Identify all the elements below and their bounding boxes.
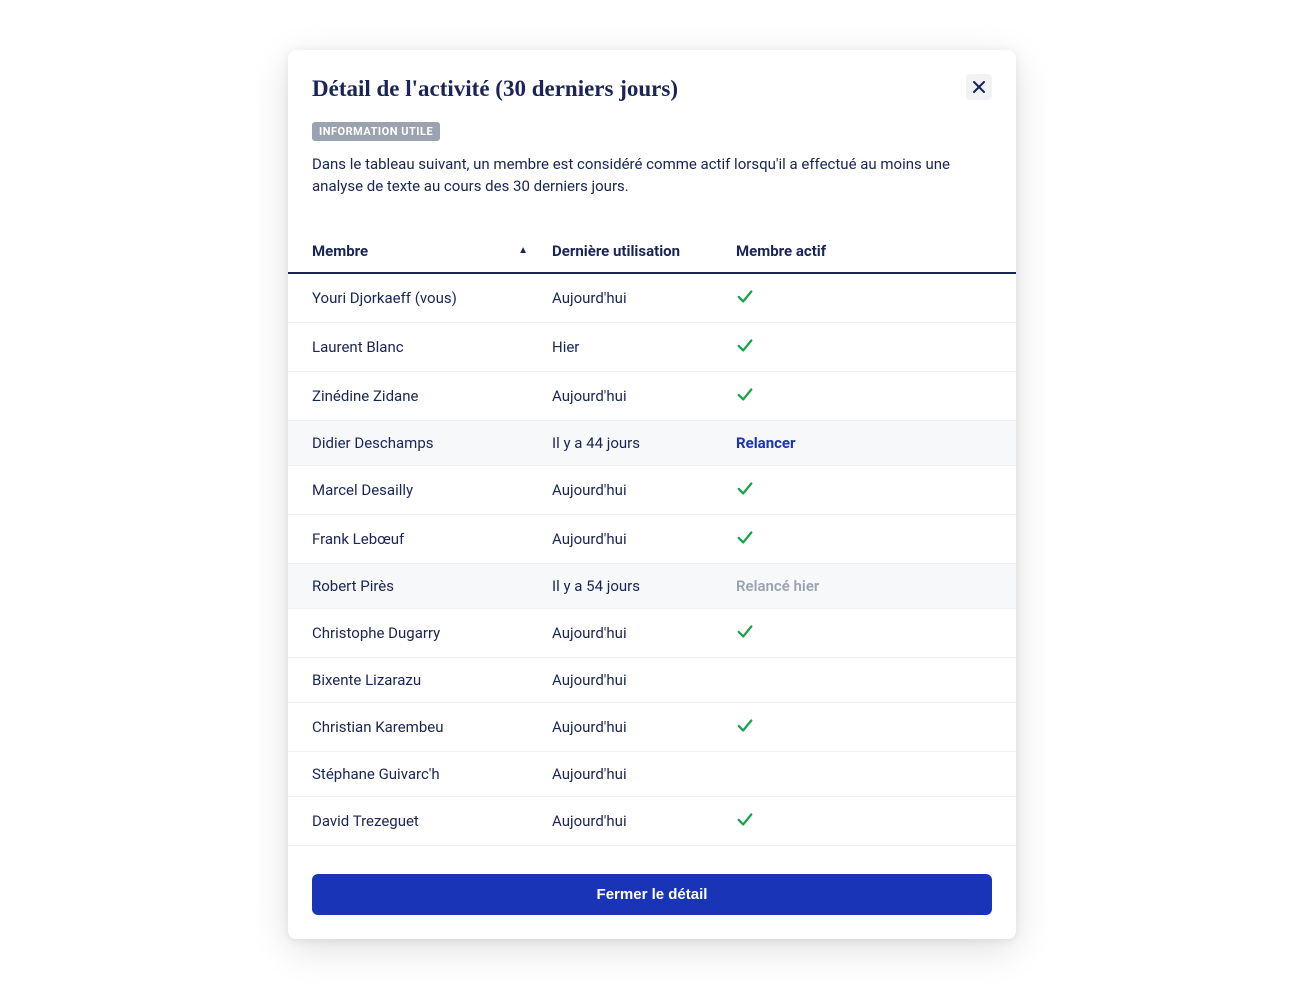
sort-asc-icon: ▲ <box>518 245 528 256</box>
info-badge: INFORMATION UTILE <box>312 122 440 141</box>
table-header: Membre ▲ Dernière utilisation Membre act… <box>288 230 1016 274</box>
activity-detail-modal: Détail de l'activité (30 derniers jours)… <box>288 50 1016 939</box>
header-active[interactable]: Membre actif <box>736 230 992 272</box>
cell-active-status: Relancer <box>736 421 992 465</box>
table-row: Stéphane Guivarc'hAujourd'hui <box>288 752 1016 797</box>
cell-member-name: Marcel Desailly <box>312 466 552 514</box>
cell-active-status <box>736 797 992 845</box>
cell-active-status <box>736 515 992 563</box>
close-icon <box>973 81 985 93</box>
cell-member-name: Didier Deschamps <box>312 421 552 465</box>
cell-last-use: Aujourd'hui <box>552 515 736 563</box>
cell-last-use: Aujourd'hui <box>552 797 736 845</box>
cell-active-status <box>736 609 992 657</box>
cell-last-use: Aujourd'hui <box>552 658 736 702</box>
cell-last-use: Il y a 54 jours <box>552 564 736 608</box>
cell-member-name: Bixente Lizarazu <box>312 658 552 702</box>
table-row: Christophe DugarryAujourd'hui <box>288 609 1016 658</box>
check-icon <box>736 385 754 407</box>
cell-active-status <box>736 703 992 751</box>
modal-footer: Fermer le détail <box>312 874 992 915</box>
table-row: Youri Djorkaeff (vous)Aujourd'hui <box>288 274 1016 323</box>
cell-active-status <box>736 658 992 702</box>
cell-member-name: Christian Karembeu <box>312 703 552 751</box>
cell-last-use: Aujourd'hui <box>552 372 736 420</box>
table-body: Youri Djorkaeff (vous)Aujourd'huiLaurent… <box>288 274 1016 846</box>
check-icon <box>736 336 754 358</box>
modal-header: Détail de l'activité (30 derniers jours) <box>312 74 992 104</box>
close-button[interactable] <box>966 74 992 100</box>
header-member[interactable]: Membre ▲ <box>312 230 552 272</box>
cell-member-name: Christophe Dugarry <box>312 609 552 657</box>
cell-last-use: Aujourd'hui <box>552 752 736 796</box>
table-row: Didier DeschampsIl y a 44 joursRelancer <box>288 421 1016 466</box>
check-icon <box>736 716 754 738</box>
cell-active-status <box>736 752 992 796</box>
check-icon <box>736 528 754 550</box>
cell-last-use: Aujourd'hui <box>552 703 736 751</box>
relancer-link[interactable]: Relancer <box>736 434 796 452</box>
cell-last-use: Hier <box>552 323 736 371</box>
check-icon <box>736 287 754 309</box>
header-active-label: Membre actif <box>736 242 826 260</box>
cell-member-name: Zinédine Zidane <box>312 372 552 420</box>
close-detail-button[interactable]: Fermer le détail <box>312 874 992 915</box>
check-icon <box>736 810 754 832</box>
cell-member-name: Youri Djorkaeff (vous) <box>312 274 552 322</box>
activity-table: Membre ▲ Dernière utilisation Membre act… <box>288 230 1016 846</box>
cell-member-name: Laurent Blanc <box>312 323 552 371</box>
cell-last-use: Aujourd'hui <box>552 274 736 322</box>
header-last-use-label: Dernière utilisation <box>552 242 680 260</box>
check-icon <box>736 479 754 501</box>
table-row: Frank LebœufAujourd'hui <box>288 515 1016 564</box>
cell-active-status <box>736 274 992 322</box>
table-row: Robert PirèsIl y a 54 joursRelancé hier <box>288 564 1016 609</box>
cell-active-status: Relancé hier <box>736 564 992 608</box>
table-row: Laurent BlancHier <box>288 323 1016 372</box>
cell-member-name: Robert Pirès <box>312 564 552 608</box>
relance-status-text: Relancé hier <box>736 577 819 595</box>
cell-last-use: Aujourd'hui <box>552 609 736 657</box>
check-icon <box>736 622 754 644</box>
table-row: Bixente LizarazuAujourd'hui <box>288 658 1016 703</box>
cell-last-use: Il y a 44 jours <box>552 421 736 465</box>
header-member-label: Membre <box>312 242 368 260</box>
cell-member-name: David Trezeguet <box>312 797 552 845</box>
table-row: David TrezeguetAujourd'hui <box>288 797 1016 846</box>
table-row: Christian KarembeuAujourd'hui <box>288 703 1016 752</box>
table-row: Marcel DesaillyAujourd'hui <box>288 466 1016 515</box>
cell-active-status <box>736 323 992 371</box>
cell-member-name: Stéphane Guivarc'h <box>312 752 552 796</box>
table-row: Zinédine ZidaneAujourd'hui <box>288 372 1016 421</box>
modal-title: Détail de l'activité (30 derniers jours) <box>312 74 678 104</box>
cell-last-use: Aujourd'hui <box>552 466 736 514</box>
cell-active-status <box>736 372 992 420</box>
cell-active-status <box>736 466 992 514</box>
header-last-use[interactable]: Dernière utilisation <box>552 230 736 272</box>
cell-member-name: Frank Lebœuf <box>312 515 552 563</box>
info-text: Dans le tableau suivant, un membre est c… <box>312 153 992 198</box>
